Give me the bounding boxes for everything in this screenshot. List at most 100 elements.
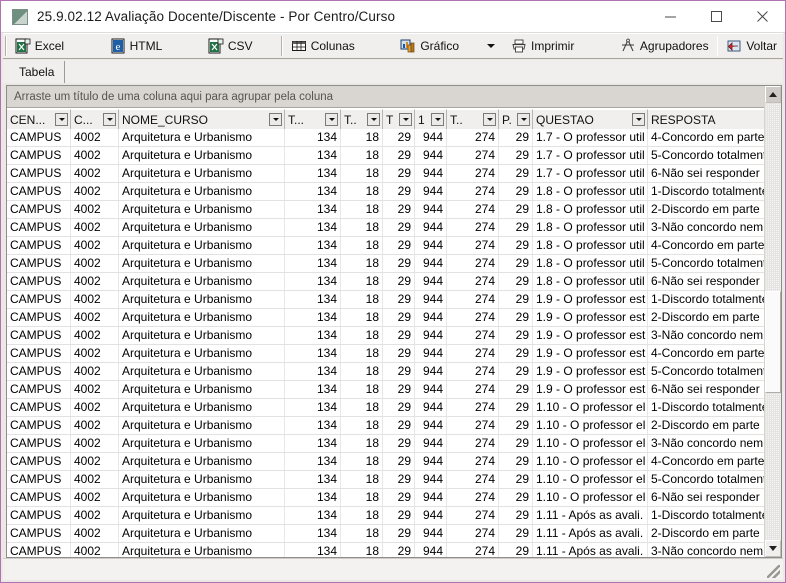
table-cell: 29 [383, 435, 415, 452]
column-filter-dropdown-icon[interactable] [325, 113, 338, 126]
toolbar-button-excel[interactable]: Excel [9, 34, 70, 58]
table-cell: 29 [499, 237, 533, 254]
chevron-down-icon[interactable] [487, 44, 495, 48]
column-filter-dropdown-icon[interactable] [269, 113, 282, 126]
table-row[interactable]: CAMPUS 4002 Arquitetura e Urbanismo 134 18 29… [7, 201, 766, 219]
scroll-up-button[interactable] [765, 86, 781, 103]
minimize-icon[interactable] [647, 1, 693, 32]
column-filter-dropdown-icon[interactable] [367, 113, 380, 126]
table-cell: 134 [285, 291, 341, 308]
table-row[interactable]: CAMPUS 4002 Arquitetura e Urbanismo 134 18 29… [7, 399, 766, 417]
table-row[interactable]: CAMPUS 4002 Arquitetura e Urbanismo 134 18 29… [7, 543, 766, 557]
table-cell: 18 [341, 309, 383, 326]
table-row[interactable]: CAMPUS 4002 Arquitetura e Urbanismo 134 18 29… [7, 291, 766, 309]
column-header[interactable]: T [383, 109, 415, 129]
table-row[interactable]: CAMPUS 4002 Arquitetura e Urbanismo 134 18 29… [7, 309, 766, 327]
table-cell: 29 [499, 381, 533, 398]
column-filter-dropdown-icon[interactable] [55, 113, 68, 126]
table-cell: 1.9 - O professor est [533, 363, 648, 380]
toolbar-button-agrupadores[interactable]: Agrupadores [614, 34, 715, 58]
toolbar-button-voltar[interactable]: Voltar [720, 34, 783, 58]
column-filter-dropdown-icon[interactable] [103, 113, 116, 126]
table-row[interactable]: CAMPUS 4002 Arquitetura e Urbanismo 134 18 29… [7, 453, 766, 471]
table-cell: 134 [285, 255, 341, 272]
table-cell: 274 [447, 309, 499, 326]
toolbar-button-csv[interactable]: CSV [202, 34, 259, 58]
table-row[interactable]: CAMPUS 4002 Arquitetura e Urbanismo 134 18 29… [7, 435, 766, 453]
column-header[interactable]: T.. [447, 109, 499, 129]
close-icon[interactable] [739, 1, 785, 32]
scrollbar-thumb[interactable] [765, 291, 781, 393]
scroll-down-button[interactable] [765, 540, 781, 557]
table-row[interactable]: CAMPUS 4002 Arquitetura e Urbanismo 134 18 29… [7, 363, 766, 381]
table-cell: 18 [341, 327, 383, 344]
column-header[interactable]: QUESTAO [533, 109, 648, 129]
resize-grip-icon[interactable] [767, 565, 780, 578]
column-filter-dropdown-icon[interactable] [483, 113, 496, 126]
table-cell: 944 [415, 237, 447, 254]
column-filter-dropdown-icon[interactable] [399, 113, 412, 126]
table-cell: 1.8 - O professor util [533, 219, 648, 236]
table-row[interactable]: CAMPUS 4002 Arquitetura e Urbanismo 134 18 29… [7, 237, 766, 255]
tab-tabela[interactable]: Tabela [9, 61, 66, 83]
table-cell: Arquitetura e Urbanismo [119, 543, 285, 557]
group-by-drop-area[interactable]: Arraste um título de uma coluna aqui par… [7, 86, 766, 108]
table-row[interactable]: CAMPUS 4002 Arquitetura e Urbanismo 134 18 29… [7, 219, 766, 237]
table-row[interactable]: CAMPUS 4002 Arquitetura e Urbanismo 134 18 29… [7, 417, 766, 435]
column-header[interactable]: T... [285, 109, 341, 129]
table-cell: 274 [447, 291, 499, 308]
table-cell: Arquitetura e Urbanismo [119, 399, 285, 416]
table-row[interactable]: CAMPUS 4002 Arquitetura e Urbanismo 134 18 29… [7, 255, 766, 273]
table-cell: 4002 [71, 273, 119, 290]
column-header[interactable]: 1 [415, 109, 447, 129]
table-cell: 944 [415, 309, 447, 326]
table-cell: 4002 [71, 489, 119, 506]
column-header[interactable]: P. [499, 109, 533, 129]
toolbar-button-colunas[interactable]: Colunas [285, 34, 361, 58]
table-row[interactable]: CAMPUS 4002 Arquitetura e Urbanismo 134 18 29… [7, 345, 766, 363]
column-filter-dropdown-icon[interactable] [431, 113, 444, 126]
table-row[interactable]: CAMPUS 4002 Arquitetura e Urbanismo 134 18 29… [7, 525, 766, 543]
table-row[interactable]: CAMPUS 4002 Arquitetura e Urbanismo 134 18 29… [7, 471, 766, 489]
column-header[interactable]: T.. [341, 109, 383, 129]
table-cell: CAMPUS [7, 525, 71, 542]
table-cell: 1-Discordo totalmente [648, 291, 766, 308]
column-header[interactable]: NOME_CURSO [119, 109, 285, 129]
column-header[interactable]: RESPOSTA [648, 109, 781, 129]
table-row[interactable]: CAMPUS 4002 Arquitetura e Urbanismo 134 18 29… [7, 183, 766, 201]
table-row[interactable]: CAMPUS 4002 Arquitetura e Urbanismo 134 18 29… [7, 273, 766, 291]
table-row[interactable]: CAMPUS 4002 Arquitetura e Urbanismo 134 18 29… [7, 507, 766, 525]
toolbar-button-grafico[interactable]: Gráfico [394, 34, 465, 58]
table-cell: CAMPUS [7, 399, 71, 416]
column-header-label: T.. [450, 112, 463, 127]
table-cell: CAMPUS [7, 345, 71, 362]
table-cell: 18 [341, 345, 383, 362]
table-cell: 134 [285, 435, 341, 452]
excel-icon [15, 38, 31, 54]
table-row[interactable]: CAMPUS 4002 Arquitetura e Urbanismo 134 18 29… [7, 165, 766, 183]
table-cell: 1.9 - O professor est [533, 381, 648, 398]
table-cell: 944 [415, 291, 447, 308]
table-cell: 29 [383, 273, 415, 290]
table-cell: 134 [285, 129, 341, 146]
columns-icon [291, 38, 307, 54]
column-header-label: CEN... [10, 112, 46, 127]
table-row[interactable]: CAMPUS 4002 Arquitetura e Urbanismo 134 18 29… [7, 147, 766, 165]
table-row[interactable]: CAMPUS 4002 Arquitetura e Urbanismo 134 18 29… [7, 381, 766, 399]
table-row[interactable]: CAMPUS 4002 Arquitetura e Urbanismo 134 18 29… [7, 327, 766, 345]
table-cell: CAMPUS [7, 417, 71, 434]
column-filter-dropdown-icon[interactable] [517, 113, 530, 126]
table-row[interactable]: CAMPUS 4002 Arquitetura e Urbanismo 134 18 29… [7, 129, 766, 147]
toolbar-button-imprimir[interactable]: Imprimir [505, 34, 580, 58]
column-header[interactable]: C... [71, 109, 119, 129]
table-cell: 1.8 - O professor util [533, 201, 648, 218]
vertical-scrollbar[interactable] [764, 86, 781, 557]
column-filter-dropdown-icon[interactable] [632, 113, 645, 126]
table-cell: 4002 [71, 327, 119, 344]
column-header[interactable]: CEN... [7, 109, 71, 129]
table-cell: 29 [383, 129, 415, 146]
table-cell: 134 [285, 381, 341, 398]
toolbar-button-html[interactable]: e HTML [104, 34, 169, 58]
maximize-icon[interactable] [693, 1, 739, 32]
table-row[interactable]: CAMPUS 4002 Arquitetura e Urbanismo 134 18 29… [7, 489, 766, 507]
